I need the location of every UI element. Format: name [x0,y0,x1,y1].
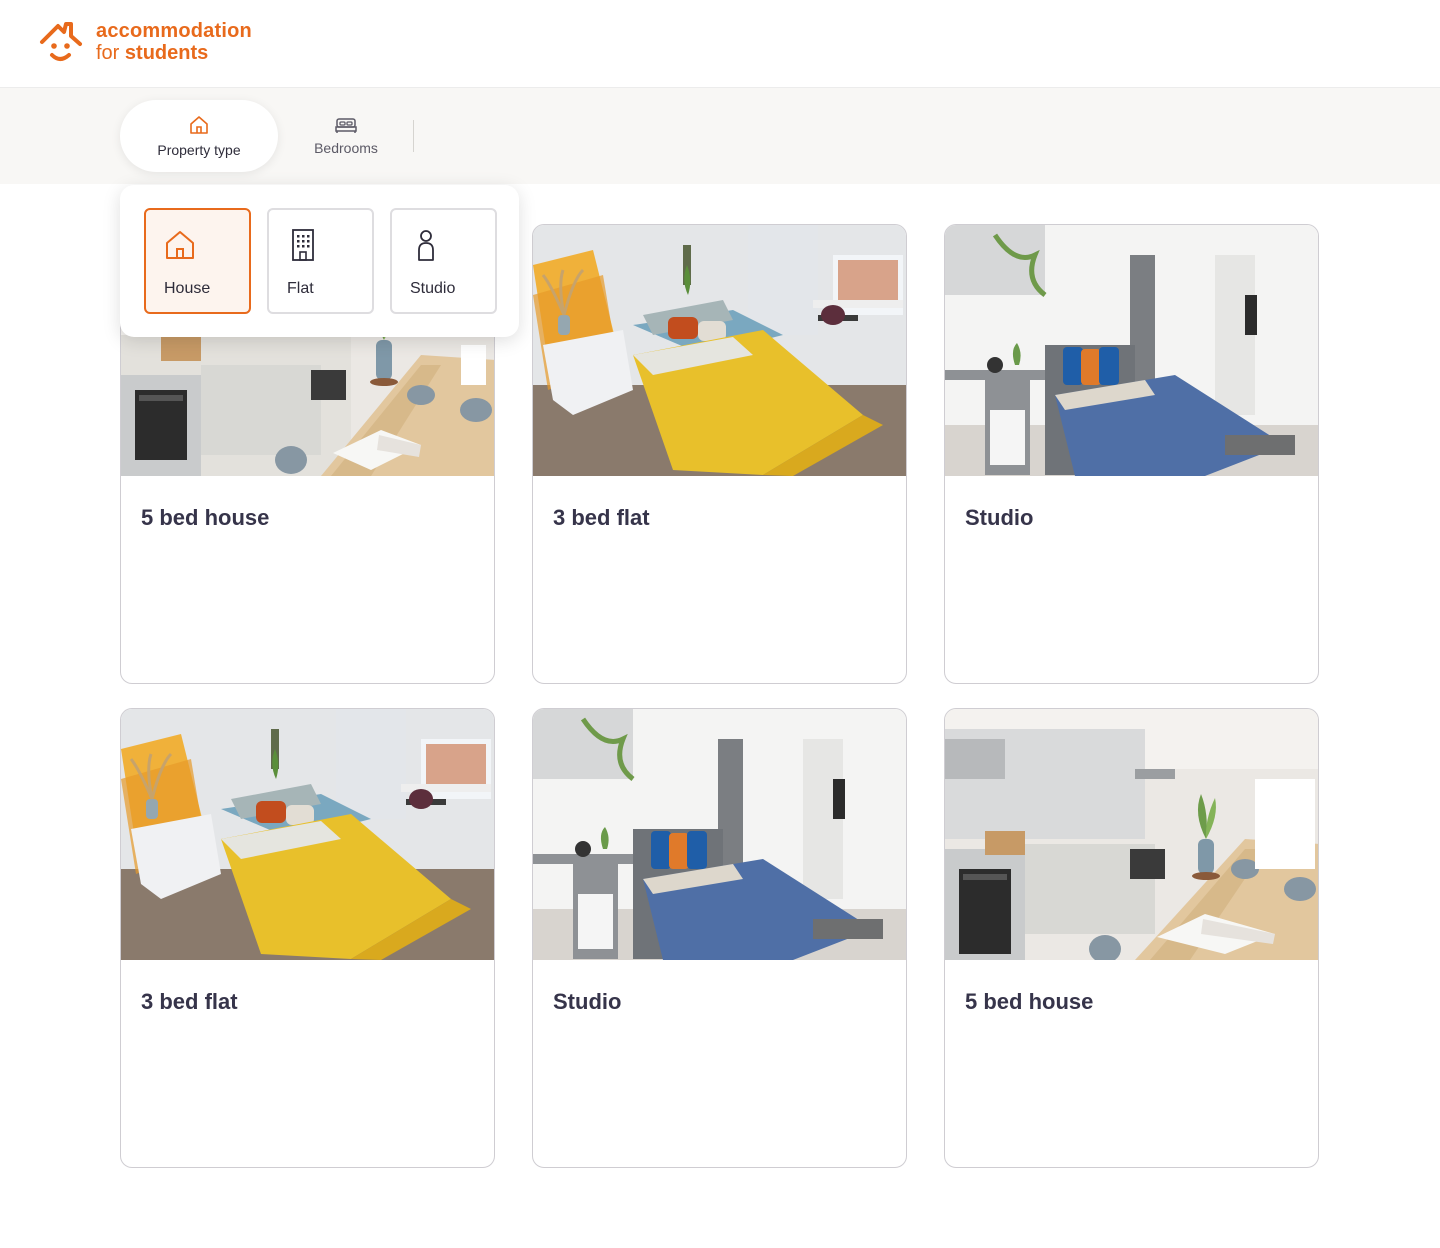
logo-house-face-icon [40,22,82,61]
brand-name-line1: accommodation [96,20,252,42]
option-studio-label: Studio [410,280,456,297]
listing-card[interactable]: 5 bed house [944,708,1319,1168]
listing-title: 5 bed house [965,989,1094,1014]
listing-card[interactable]: 3 bed flat [532,224,907,684]
studio-blue-photo [533,709,906,960]
brand-logo[interactable]: accommodation for students [38,20,252,68]
listing-title: 3 bed flat [553,505,650,530]
bedroom-yellow-photo [533,225,906,476]
listing-card[interactable]: Studio [532,708,907,1168]
site-header: accommodation for students [0,0,1440,88]
option-studio[interactable]: Studio [390,208,497,314]
option-house[interactable]: House [144,208,251,314]
tab-property-type-label: Property type [157,142,241,158]
house-icon [166,231,194,259]
filter-divider [413,120,414,152]
option-house-label: House [164,280,211,297]
tab-bedrooms[interactable]: Bedrooms [296,100,396,172]
listing-card[interactable]: Studio [944,224,1319,684]
tab-bedrooms-label: Bedrooms [314,140,378,156]
option-flat-label: Flat [287,280,314,297]
listing-title: Studio [553,989,622,1014]
option-flat[interactable]: Flat [267,208,374,314]
brand-name-line2: for students [96,42,209,64]
listing-title: 5 bed house [141,505,270,530]
kitchen-photo [945,709,1318,960]
listing-title: Studio [965,505,1034,530]
bedroom-yellow-photo [121,709,494,960]
studio-blue-photo [945,225,1318,476]
listing-card[interactable]: 3 bed flat [120,708,495,1168]
bed-icon [335,118,357,133]
listing-title: 3 bed flat [141,989,238,1014]
tab-property-type[interactable]: Property type [120,100,278,172]
person-icon [418,230,434,261]
property-type-dropdown: House Flat Studio [120,185,519,337]
building-icon [292,229,314,261]
house-icon [190,116,208,134]
filter-bar: Property type Bedrooms [0,88,1440,184]
